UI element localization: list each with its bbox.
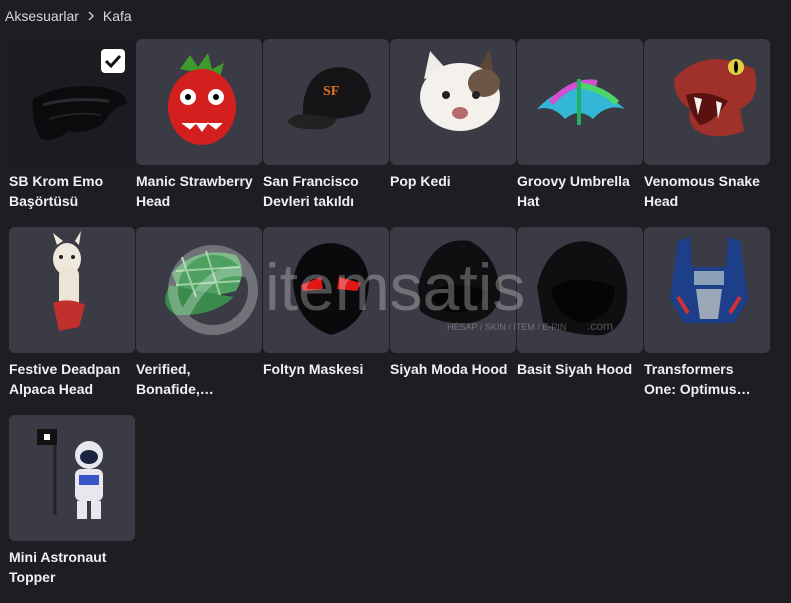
item-tile[interactable]: Transformers One: Optimus Prime... [644, 227, 770, 415]
item-name: Groovy Umbrella Hat [517, 173, 630, 209]
item-thumbnail [644, 227, 770, 353]
plaid-cap-icon [165, 250, 242, 316]
astronaut-topper-icon [37, 429, 103, 519]
chevron-right-icon [88, 11, 94, 21]
breadcrumb-current: Kafa [102, 8, 132, 24]
item-name: Festive Deadpan Alpaca Head [9, 361, 121, 397]
black-hood-icon [418, 240, 500, 324]
item-thumbnail [9, 39, 135, 165]
item-name: Basit Siyah Hood [517, 361, 633, 377]
item-name: Mini Astronaut Topper [9, 549, 107, 585]
item-tile[interactable]: Groovy Umbrella Hat [517, 39, 643, 227]
checkmark-icon [104, 54, 122, 69]
item-tile[interactable]: Festive Deadpan Alpaca Head [9, 227, 135, 415]
item-thumbnail [644, 39, 770, 165]
item-name: Verified, Bonafide, Plaidafied [136, 361, 200, 397]
baseball-cap-icon: SF [287, 67, 371, 130]
item-tile[interactable]: Basit Siyah Hood [517, 227, 643, 415]
item-tile[interactable]: Foltyn Maskesi [263, 227, 389, 415]
selected-checkbox[interactable] [101, 49, 125, 73]
item-tile[interactable]: Siyah Moda Hood [390, 227, 516, 415]
cat-head-icon [420, 49, 500, 131]
item-name: Venomous Snake Head [644, 173, 760, 209]
item-thumbnail [390, 227, 516, 353]
item-name: Transformers One: Optimus Prime... [644, 361, 737, 397]
breadcrumb: Aksesuarlar Kafa [5, 6, 132, 26]
item-thumbnail [9, 415, 135, 541]
item-name: Manic Strawberry Head [136, 173, 253, 209]
item-thumbnail [390, 39, 516, 165]
optimus-helmet-icon [670, 237, 748, 323]
snake-head-icon [674, 59, 757, 137]
item-tile[interactable]: Mini Astronaut Topper [9, 415, 135, 603]
item-tile[interactable]: Pop Kedi [390, 39, 516, 227]
item-thumbnail [9, 227, 135, 353]
alpaca-head-icon [53, 231, 85, 331]
item-thumbnail [263, 227, 389, 353]
black-hood-icon [537, 241, 628, 336]
item-tile[interactable]: SB Krom Emo Başörtüsü [9, 39, 135, 227]
item-name: San Francisco Devleri takıldı [263, 173, 359, 209]
item-thumbnail [136, 227, 262, 353]
item-thumbnail [517, 39, 643, 165]
item-thumbnail [517, 227, 643, 353]
red-eye-mask-icon [293, 243, 369, 335]
item-thumbnail [136, 39, 262, 165]
item-thumbnail: SF [263, 39, 389, 165]
svg-text:SF: SF [323, 84, 339, 99]
item-tile[interactable]: Venomous Snake Head [644, 39, 770, 227]
item-name: Pop Kedi [390, 173, 451, 189]
umbrella-hat-icon [537, 79, 625, 125]
breadcrumb-parent[interactable]: Aksesuarlar [5, 8, 79, 24]
strawberry-head-icon [168, 53, 236, 145]
item-name: SB Krom Emo Başörtüsü [9, 173, 104, 209]
item-tile[interactable]: Manic Strawberry Head [136, 39, 262, 227]
item-name: Siyah Moda Hood [390, 361, 508, 377]
item-grid: SB Krom Emo Başörtüsü Manic Strawberry H… [9, 39, 770, 603]
item-tile[interactable]: SF San Francisco Devleri takıldı [263, 39, 389, 227]
item-name: Foltyn Maskesi [263, 361, 364, 377]
item-tile[interactable]: Verified, Bonafide, Plaidafied [136, 227, 262, 415]
